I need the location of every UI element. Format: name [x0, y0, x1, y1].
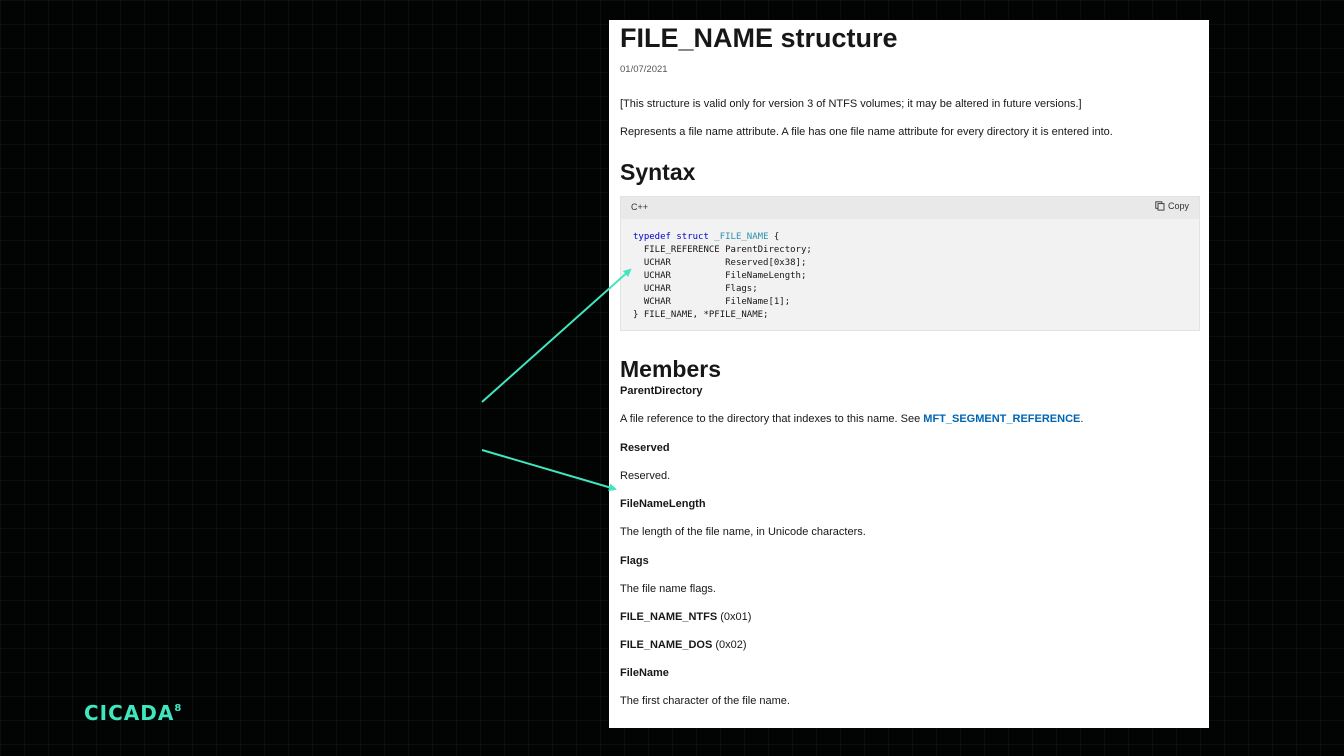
- copy-icon: [1155, 201, 1165, 211]
- version-note: [This structure is valid only for versio…: [620, 98, 1082, 110]
- code-line: FILE_REFERENCE ParentDirectory;: [633, 245, 812, 255]
- member-desc-parent-directory: A file reference to the directory that i…: [620, 412, 1200, 426]
- members-heading: Members: [620, 356, 721, 382]
- doc-date: 01/07/2021: [620, 64, 668, 75]
- code-keyword-struct: struct: [676, 232, 709, 242]
- code-header: C++ Copy: [621, 197, 1199, 219]
- flag-name: FILE_NAME_DOS: [620, 639, 713, 651]
- code-language-label: C++: [631, 202, 649, 212]
- logo-text: CICADA: [84, 701, 175, 725]
- cicada8-logo: CICADA8: [84, 697, 181, 725]
- flag-value-dos: FILE_NAME_DOS (0x02): [620, 638, 1200, 652]
- page-title: FILE_NAME structure: [620, 23, 898, 53]
- code-line: UCHAR Flags;: [633, 284, 758, 294]
- documentation-page: FILE_NAME structure 01/07/2021 [This str…: [609, 20, 1209, 728]
- syntax-heading: Syntax: [620, 159, 696, 185]
- flag-value-ntfs: FILE_NAME_NTFS (0x01): [620, 610, 1200, 624]
- code-line: WCHAR FileName[1];: [633, 297, 791, 307]
- member-name-flags: Flags: [620, 555, 649, 567]
- mft-segment-reference-link[interactable]: MFT_SEGMENT_REFERENCE: [923, 413, 1080, 425]
- code-line: UCHAR Reserved[0x38];: [633, 258, 807, 268]
- member-name-file-name: FileName: [620, 667, 669, 679]
- copy-label: Copy: [1167, 201, 1189, 211]
- member-desc-suffix: .: [1080, 413, 1084, 425]
- member-desc-reserved: Reserved.: [620, 470, 671, 482]
- code-block: C++ Copy typedef struct _FILE_NAME { FIL…: [620, 196, 1200, 331]
- code-struct-name: _FILE_NAME: [714, 232, 769, 242]
- flag-code: (0x01): [720, 611, 752, 623]
- flag-code: (0x02): [715, 639, 747, 651]
- code-line: UCHAR FileNameLength;: [633, 271, 807, 281]
- member-name-reserved: Reserved: [620, 442, 670, 454]
- code-listing: typedef struct _FILE_NAME { FILE_REFEREN…: [621, 219, 1199, 322]
- structure-description: Represents a file name attribute. A file…: [620, 126, 1113, 138]
- member-desc-text: A file reference to the directory that i…: [620, 413, 924, 425]
- arrow-to-code-block: [481, 268, 632, 403]
- code-brace-open: {: [768, 232, 780, 242]
- code-keyword-typedef: typedef: [633, 232, 671, 242]
- member-desc-file-name-length: The length of the file name, in Unicode …: [620, 526, 866, 538]
- arrow-to-reserved: [481, 449, 617, 492]
- copy-button[interactable]: Copy: [1155, 201, 1189, 211]
- member-desc-flags: The file name flags.: [620, 583, 716, 595]
- logo-superscript: 8: [174, 703, 182, 714]
- code-closing-line: } FILE_NAME, *PFILE_NAME;: [633, 310, 769, 320]
- flag-name: FILE_NAME_NTFS: [620, 611, 718, 623]
- member-name-file-name-length: FileNameLength: [620, 498, 706, 510]
- member-desc-file-name: The first character of the file name.: [620, 695, 790, 707]
- member-name-parent-directory: ParentDirectory: [620, 385, 703, 397]
